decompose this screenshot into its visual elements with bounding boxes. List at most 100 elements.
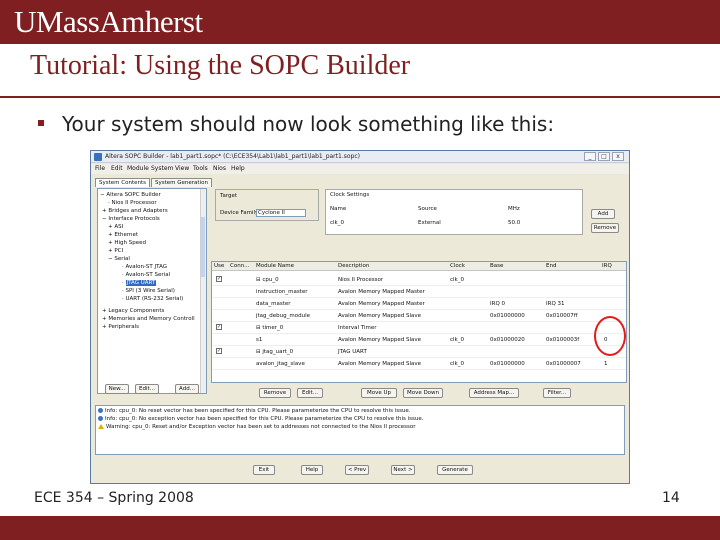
col-use[interactable]: Use — [214, 263, 224, 269]
cell-module: instruction_master — [256, 289, 308, 295]
component-library-tree[interactable]: − Altera SOPC Builder · Nios II Processo… — [97, 188, 207, 394]
next-button[interactable]: Next > — [391, 465, 415, 475]
cell-end: 0x010007ff — [546, 313, 578, 319]
cell-module: ⊟ cpu_0 — [256, 277, 279, 283]
col-module-name[interactable]: Module Name — [256, 263, 294, 269]
message-panel[interactable]: Info: cpu_0: No reset vector has been sp… — [95, 405, 625, 455]
table-row[interactable]: avalon_jtag_slave Avalon Memory Mapped Sl… — [212, 358, 626, 370]
filter-button[interactable]: Filter... — [543, 388, 571, 398]
move-down-button[interactable]: Move Down — [403, 388, 443, 398]
menu-nios[interactable]: Nios — [213, 165, 226, 172]
cell-desc: Avalon Memory Mapped Slave — [338, 361, 422, 367]
tree-item[interactable]: + PCI — [108, 248, 123, 255]
message-warning: Warning: cpu_0: Reset and/or Exception v… — [98, 424, 415, 430]
tree-item[interactable]: + Ethernet — [108, 232, 138, 239]
table-row[interactable]: ✓ ⊟ jtag_uart_0 JTAG UART — [212, 346, 626, 358]
clock-add-button[interactable]: Add — [591, 209, 615, 219]
col-clock[interactable]: Clock — [450, 263, 465, 269]
tree-item[interactable]: − Altera SOPC Builder — [100, 192, 161, 199]
tree-item[interactable]: − Interface Protocols — [102, 216, 160, 223]
cell-module: jtag_debug_module — [256, 313, 311, 319]
cell-module: data_master — [256, 301, 291, 307]
help-button[interactable]: Help — [301, 465, 323, 475]
menu-view[interactable]: View — [175, 165, 189, 172]
col-connections[interactable]: Conn... — [230, 263, 249, 269]
tab-system-generation[interactable]: System Generation — [151, 178, 212, 187]
tree-item[interactable]: · Avalon-ST Serial — [122, 272, 170, 279]
exit-button[interactable]: Exit — [253, 465, 275, 475]
minimize-button[interactable]: _ — [584, 152, 596, 161]
clock-mhz-cell[interactable]: 50.0 — [508, 220, 520, 226]
brand-logo: UMassAmherst — [14, 4, 203, 39]
device-family-label: Device Family: — [220, 210, 260, 216]
cell-base: IRQ 0 — [490, 301, 506, 307]
col-description[interactable]: Description — [338, 263, 369, 269]
table-row[interactable]: jtag_debug_module Avalon Memory Mapped Sl… — [212, 310, 626, 322]
menu-help[interactable]: Help — [231, 165, 245, 172]
cell-irq: 1 — [604, 361, 608, 367]
table-row[interactable]: ✓ ⊟ cpu_0 Nios II Processor clk_0 — [212, 274, 626, 286]
use-checkbox[interactable]: ✓ — [216, 276, 222, 282]
tree-item[interactable]: · SPI (3 Wire Serial) — [122, 288, 175, 295]
remove-module-button[interactable]: Remove — [259, 388, 291, 398]
tree-item[interactable]: + Bridges and Adapters — [102, 208, 168, 215]
clock-settings-header: Clock Settings — [330, 192, 370, 198]
move-up-button[interactable]: Move Up — [361, 388, 397, 398]
tree-item[interactable]: + ASI — [108, 224, 123, 231]
tree-item[interactable]: + Peripherals — [102, 324, 139, 331]
close-button[interactable]: x — [612, 152, 624, 161]
message-info: Info: cpu_0: No reset vector has been sp… — [98, 408, 411, 414]
menu-edit[interactable]: Edit — [111, 165, 123, 172]
table-row[interactable]: instruction_master Avalon Memory Mapped M… — [212, 286, 626, 298]
col-irq[interactable]: IRQ — [602, 263, 612, 269]
table-header: Use Conn... Module Name Description Cloc… — [212, 262, 626, 271]
menu-tools[interactable]: Tools — [193, 165, 208, 172]
app-icon — [94, 153, 102, 161]
menu-module[interactable]: Module — [127, 165, 149, 172]
clock-col-source: Source — [418, 206, 437, 212]
cell-base: 0x01000000 — [490, 361, 525, 367]
tree-item[interactable]: · Nios II Processor — [108, 200, 157, 207]
cell-desc: Interval Timer — [338, 325, 377, 331]
add-component-button[interactable]: Add... — [175, 384, 199, 394]
col-base[interactable]: Base — [490, 263, 503, 269]
edit-module-button[interactable]: Edit... — [297, 388, 323, 398]
bullet-text: Your system should now look something li… — [62, 112, 555, 136]
device-family-select[interactable]: Cyclone II — [256, 209, 306, 217]
cell-desc: Avalon Memory Mapped Slave — [338, 313, 422, 319]
info-icon — [98, 408, 103, 413]
tree-item[interactable]: − Serial — [108, 256, 130, 263]
tree-item[interactable]: + Memories and Memory Controll — [102, 316, 195, 323]
table-row[interactable]: s1 Avalon Memory Mapped Slave clk_0 0x01000… — [212, 334, 626, 346]
menu-system[interactable]: System — [151, 165, 173, 172]
cell-end: 0x0100003f — [546, 337, 580, 343]
window-titlebar: Altera SOPC Builder - lab1_part1.sopc* (… — [91, 151, 629, 163]
clock-source-cell[interactable]: External — [418, 220, 441, 226]
tree-item[interactable]: · Avalon-ST JTAG — [122, 264, 167, 271]
system-contents-table[interactable]: Use Conn... Module Name Description Cloc… — [211, 261, 627, 383]
tree-item[interactable]: + Legacy Components — [102, 308, 164, 315]
table-row[interactable]: ✓ ⊟ timer_0 Interval Timer — [212, 322, 626, 334]
prev-button[interactable]: < Prev — [345, 465, 369, 475]
maximize-button[interactable]: □ — [598, 152, 610, 161]
tab-system-contents[interactable]: System Contents — [95, 178, 150, 187]
scrollbar-thumb[interactable] — [201, 217, 205, 277]
address-map-button[interactable]: Address Map... — [469, 388, 519, 398]
use-checkbox[interactable]: ✓ — [216, 324, 222, 330]
generate-button[interactable]: Generate — [437, 465, 473, 475]
edit-component-button[interactable]: Edit... — [135, 384, 159, 394]
col-end[interactable]: End — [546, 263, 556, 269]
clock-name-cell[interactable]: clk_0 — [330, 220, 344, 226]
footer-course: ECE 354 – Spring 2008 — [34, 490, 194, 506]
clock-remove-button[interactable]: Remove — [591, 223, 619, 233]
use-checkbox[interactable]: ✓ — [216, 348, 222, 354]
cell-module: avalon_jtag_slave — [256, 361, 305, 367]
table-row[interactable]: data_master Avalon Memory Mapped Master IR… — [212, 298, 626, 310]
tree-scrollbar[interactable] — [200, 189, 206, 393]
cell-end: IRQ 31 — [546, 301, 565, 307]
tree-item-selected[interactable]: · JTAG UART — [122, 280, 157, 287]
tree-item[interactable]: + High Speed — [108, 240, 146, 247]
tree-item[interactable]: · UART (RS-232 Serial) — [122, 296, 183, 303]
menu-file[interactable]: File — [95, 165, 105, 172]
new-component-button[interactable]: New... — [105, 384, 129, 394]
